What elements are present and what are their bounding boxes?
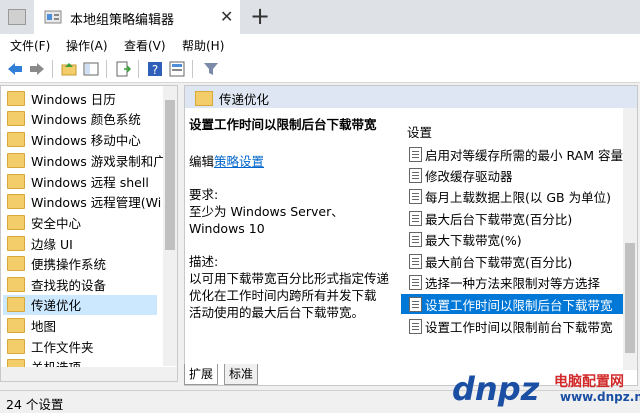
- view-tabs: 扩展 标准: [184, 364, 274, 385]
- details-header: 传递优化: [185, 86, 637, 108]
- requirement-label: 要求:: [189, 187, 219, 202]
- edit-prefix: 编辑: [189, 154, 215, 169]
- description-text: 优化在工作时间内跨所有并发下载: [189, 288, 377, 303]
- settings-vertical-scrollbar[interactable]: [623, 108, 637, 370]
- menu-file[interactable]: 文件(F): [10, 37, 50, 54]
- folder-icon: [7, 318, 25, 333]
- export-list-icon[interactable]: [114, 60, 132, 78]
- setting-icon: [409, 168, 422, 183]
- toolbar: ?: [0, 56, 640, 83]
- setting-icon: [409, 319, 422, 334]
- tree-item-selected[interactable]: 传递优化: [3, 295, 157, 315]
- folder-icon: [7, 91, 25, 106]
- folder-icon: [7, 256, 25, 271]
- menu-bar: 文件(F) 操作(A) 查看(V) 帮助(H): [0, 34, 640, 56]
- setting-icon: [409, 297, 422, 312]
- setting-row[interactable]: 启用对等缓存所需的最小 RAM 容量: [401, 144, 623, 164]
- folder-icon: [7, 277, 25, 292]
- folder-icon: [7, 153, 25, 168]
- setting-row[interactable]: 选择一种方法来限制对等方选择: [401, 272, 623, 292]
- folder-icon: [7, 297, 25, 312]
- tree-horizontal-scrollbar[interactable]: [1, 367, 177, 381]
- edit-policy-link[interactable]: 策略设置: [214, 154, 264, 169]
- show-hide-tree-icon[interactable]: [82, 60, 100, 78]
- tree-vertical-scrollbar[interactable]: [163, 86, 177, 366]
- close-tab-icon[interactable]: ✕: [220, 7, 233, 26]
- tab-bar: 本地组策略编辑器 ✕ +: [0, 0, 640, 34]
- svg-text:?: ?: [152, 63, 158, 77]
- folder-icon: [7, 174, 25, 189]
- tab-standard[interactable]: 标准: [224, 364, 259, 385]
- folder-icon: [7, 339, 25, 354]
- new-tab-icon[interactable]: +: [250, 2, 270, 30]
- folder-icon: [195, 91, 213, 106]
- folder-icon: [7, 132, 25, 147]
- setting-row[interactable]: 最大前台下载带宽(百分比): [401, 251, 623, 271]
- details-pane: 传递优化 设置工作时间以限制后台下载带宽 编辑策略设置 要求: 至少为 Wind…: [184, 85, 638, 386]
- back-arrow-icon[interactable]: [6, 60, 24, 78]
- setting-icon: [409, 211, 422, 226]
- watermark-text: 电脑配置网: [554, 374, 624, 390]
- setting-row[interactable]: 每月上载数据上限(以 GB 为单位): [401, 186, 623, 206]
- navigation-tree[interactable]: Windows 日历 Windows 颜色系统 Windows 移动中心 Win…: [0, 85, 178, 382]
- settings-column-header[interactable]: 设置: [407, 122, 432, 141]
- menu-action[interactable]: 操作(A): [66, 37, 108, 54]
- help-icon[interactable]: ?: [146, 60, 164, 78]
- folder-icon: [7, 194, 25, 209]
- status-text: 24 个设置: [6, 397, 64, 412]
- policy-editor-icon: [44, 10, 62, 24]
- menu-view[interactable]: 查看(V): [124, 37, 166, 54]
- forward-arrow-icon[interactable]: [28, 60, 46, 78]
- setting-icon: [409, 232, 422, 247]
- description-panel: 设置工作时间以限制后台下载带宽 编辑策略设置 要求: 至少为 Windows S…: [189, 114, 389, 321]
- setting-icon: [409, 147, 422, 162]
- properties-icon[interactable]: [168, 60, 186, 78]
- setting-icon: [409, 275, 422, 290]
- up-folder-icon[interactable]: [60, 60, 78, 78]
- filter-icon[interactable]: [202, 60, 220, 78]
- requirement-text: 至少为 Windows Server、: [189, 204, 344, 219]
- setting-icon: [409, 254, 422, 269]
- folder-icon: [7, 236, 25, 251]
- details-header-title: 传递优化: [219, 92, 270, 107]
- folder-icon: [7, 215, 25, 230]
- requirement-text: Windows 10: [189, 221, 265, 236]
- watermark-url: www.dnpz.net: [560, 390, 640, 404]
- folder-icon: [7, 111, 25, 126]
- description-text: 以可用下载带宽百分比形式指定传递: [189, 271, 390, 286]
- menu-help[interactable]: 帮助(H): [182, 37, 224, 54]
- watermark: dnpz 电脑配置网 www.dnpz.net: [450, 370, 640, 408]
- tab-extended[interactable]: 扩展: [184, 364, 219, 385]
- setting-icon: [409, 189, 422, 204]
- policy-title: 设置工作时间以限制后台下载带宽: [189, 117, 377, 132]
- description-text: 活动使用的最大后台下载带宽。: [189, 305, 365, 320]
- settings-list[interactable]: 设置 启用对等缓存所需的最小 RAM 容量 修改缓存驱动器 每月上载数据上限(以…: [401, 108, 623, 378]
- setting-row[interactable]: 最大下载带宽(%): [401, 229, 623, 249]
- window-title: 本地组策略编辑器: [70, 13, 175, 28]
- setting-row[interactable]: 设置工作时间以限制前台下载带宽: [401, 316, 623, 336]
- setting-row[interactable]: 最大后台下载带宽(百分比): [401, 208, 623, 228]
- description-label: 描述:: [189, 254, 219, 269]
- setting-row[interactable]: 修改缓存驱动器: [401, 165, 623, 185]
- setting-row-selected[interactable]: 设置工作时间以限制后台下载带宽: [401, 294, 623, 314]
- system-menu-icon[interactable]: [8, 9, 26, 25]
- window-tab[interactable]: 本地组策略编辑器 ✕: [34, 0, 240, 34]
- watermark-logo: dnpz: [452, 370, 540, 408]
